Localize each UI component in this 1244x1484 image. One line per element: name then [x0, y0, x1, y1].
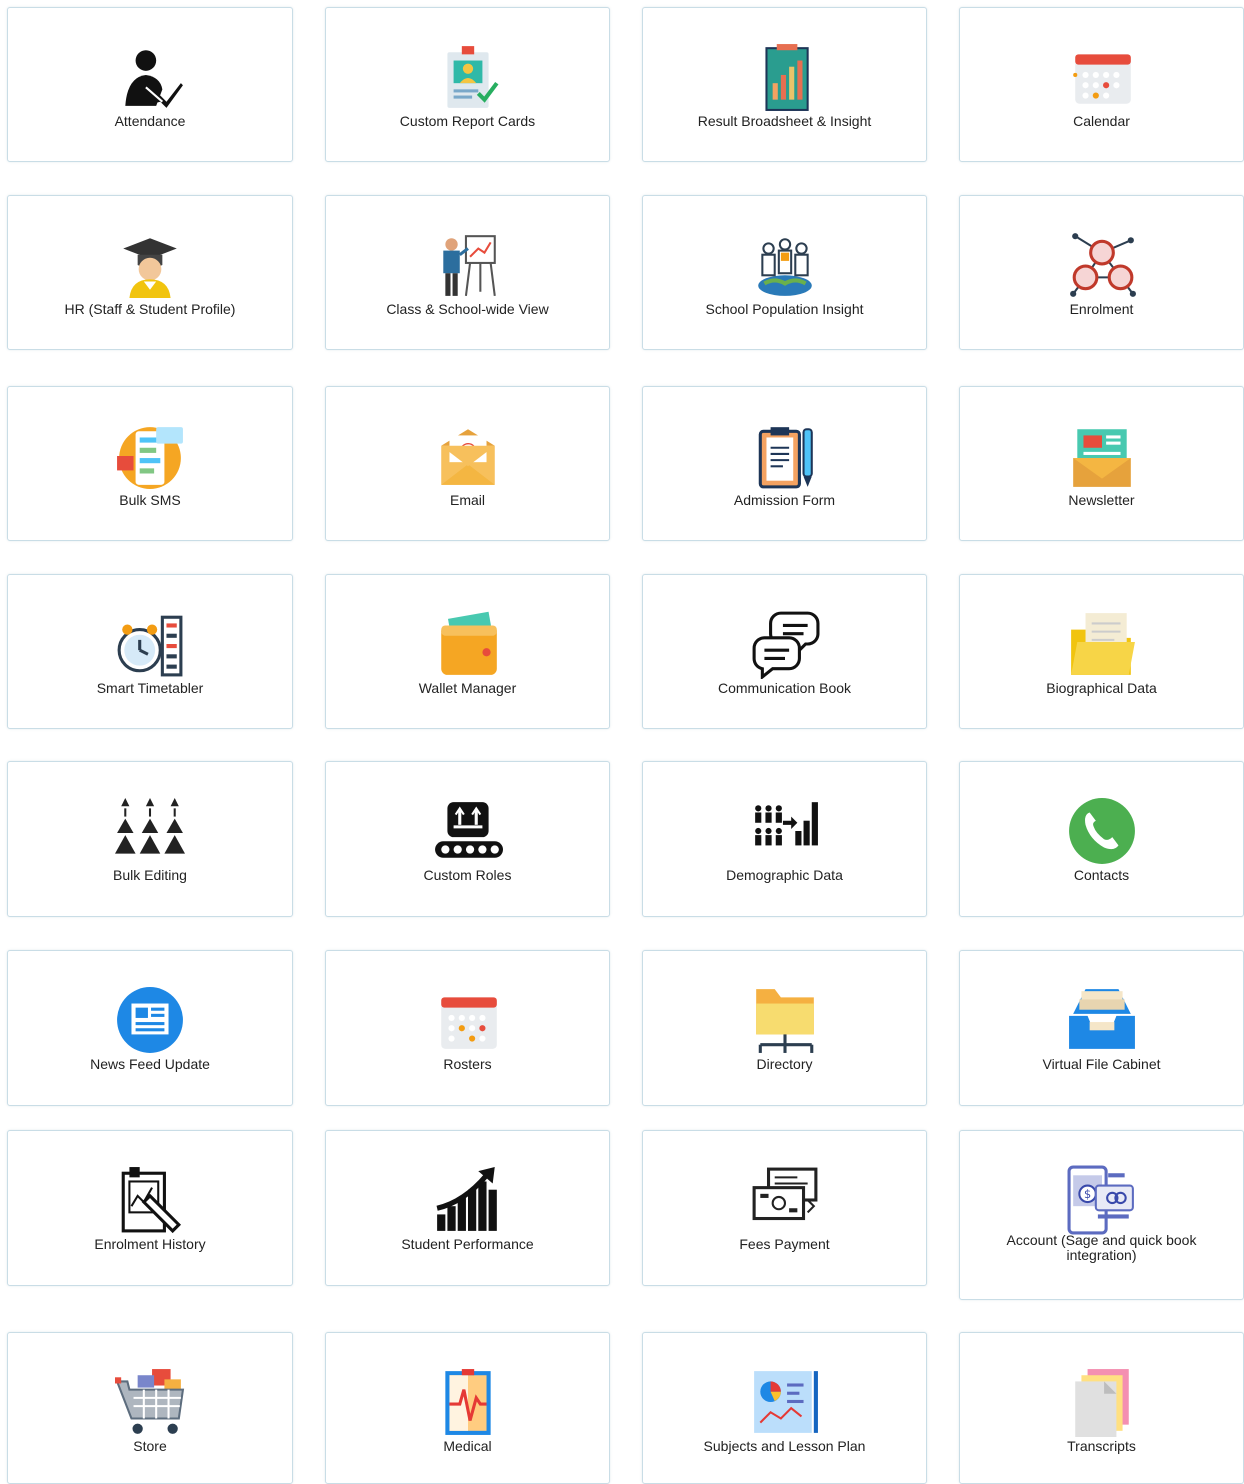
tile-custom-roles[interactable]: Custom Roles: [325, 761, 610, 917]
tile-contacts[interactable]: Contacts: [959, 761, 1244, 917]
chat-bubbles-icon: [115, 421, 185, 491]
tile-account-sage-and-quick-book-integration[interactable]: $ Account (Sage and quick book integratio…: [959, 1130, 1244, 1300]
news-icon: [115, 985, 185, 1055]
bar-chart-icon: [750, 42, 820, 112]
tile-label: Subjects and Lesson Plan: [703, 1438, 866, 1454]
folder-tree-icon: [750, 985, 820, 1055]
tile-label: Communication Book: [717, 680, 852, 696]
clock-schedule-icon: [115, 609, 185, 679]
conveyor-icon: [433, 796, 503, 866]
tile-calendar[interactable]: Calendar: [959, 7, 1244, 162]
tile-label: Enrolment: [1069, 301, 1134, 317]
tile-label: Account (Sage and quick book integration…: [1006, 1232, 1197, 1263]
tile-label: News Feed Update: [90, 1056, 210, 1072]
tile-label: Smart Timetabler: [96, 680, 204, 696]
folder-documents-icon: [1067, 609, 1137, 679]
tile-biographical-data[interactable]: Biographical Data: [959, 574, 1244, 729]
tile-newsletter[interactable]: Newsletter: [959, 386, 1244, 541]
tile-medical[interactable]: Medical: [325, 1332, 610, 1484]
report-card-icon: [433, 42, 503, 112]
tile-attendance[interactable]: Attendance: [7, 7, 293, 162]
tile-communication-book[interactable]: Communication Book: [642, 574, 927, 729]
network-people-icon: [1067, 230, 1137, 300]
pyramids-icon: [115, 796, 185, 866]
tile-label: Bulk SMS: [119, 492, 181, 508]
tile-bulk-sms[interactable]: Bulk SMS: [7, 386, 293, 541]
attendance-icon: [115, 42, 185, 112]
tile-label: Newsletter: [1068, 492, 1135, 508]
tile-label: Transcripts: [1067, 1438, 1136, 1454]
tile-news-feed-update[interactable]: News Feed Update: [7, 950, 293, 1106]
population-globe-icon: [750, 230, 820, 300]
wallet-icon: [433, 609, 503, 679]
tile-student-performance[interactable]: Student Performance: [325, 1130, 610, 1286]
paper-stack-icon: [1067, 1367, 1137, 1437]
tile-label: Contacts: [1073, 867, 1130, 883]
tile-custom-report-cards[interactable]: Custom Report Cards: [325, 7, 610, 162]
tile-label: Wallet Manager: [418, 680, 517, 696]
calendar-icon: [1067, 42, 1137, 112]
growth-chart-icon: [433, 1165, 503, 1235]
document-history-icon: [115, 1165, 185, 1235]
newsletter-envelope-icon: [1067, 421, 1137, 491]
people-chart-icon: [750, 796, 820, 866]
phone-icon: [1067, 796, 1137, 866]
medical-chart-icon: [433, 1367, 503, 1437]
tile-label: Directory: [756, 1056, 813, 1072]
tile-label: Student Performance: [401, 1236, 534, 1252]
tile-enrolment-history[interactable]: Enrolment History: [7, 1130, 293, 1286]
tile-label: Custom Roles: [423, 867, 512, 883]
tile-store[interactable]: Store: [7, 1332, 293, 1484]
tile-label: Rosters: [443, 1056, 492, 1072]
speech-bubbles-icon: [750, 609, 820, 679]
tile-subjects-and-lesson-plan[interactable]: Subjects and Lesson Plan: [642, 1332, 927, 1484]
tile-label: Admission Form: [733, 492, 836, 508]
tile-label: Calendar: [1073, 113, 1130, 129]
tile-class-school-wide-view[interactable]: Class & School-wide View: [325, 195, 610, 350]
account-cards-icon: $: [1067, 1165, 1137, 1235]
tile-result-broadsheet-insight[interactable]: Result Broadsheet & Insight: [642, 7, 927, 162]
tile-label: Virtual File Cabinet: [1042, 1056, 1161, 1072]
lesson-board-icon: [750, 1367, 820, 1437]
tile-fees-payment[interactable]: Fees Payment: [642, 1130, 927, 1286]
clipboard-pen-icon: [750, 421, 820, 491]
tile-label: Enrolment History: [94, 1236, 206, 1252]
tile-label: Demographic Data: [726, 867, 843, 883]
tile-bulk-editing[interactable]: Bulk Editing: [7, 761, 293, 917]
tile-label: Email: [449, 492, 485, 508]
tile-label: Biographical Data: [1046, 680, 1157, 696]
svg-text:$: $: [1083, 1187, 1090, 1201]
teacher-board-icon: [433, 230, 503, 300]
tile-label: Bulk Editing: [113, 867, 187, 883]
tile-transcripts[interactable]: Transcripts: [959, 1332, 1244, 1484]
tile-label: Result Broadsheet & Insight: [697, 113, 872, 129]
shopping-cart-icon: [115, 1367, 185, 1437]
tile-hr-staff-student-profile[interactable]: HR (Staff & Student Profile): [7, 195, 293, 350]
tile-admission-form[interactable]: Admission Form: [642, 386, 927, 541]
tile-label: Medical: [443, 1438, 492, 1454]
tile-directory[interactable]: Directory: [642, 950, 927, 1106]
email-envelope-icon: @: [433, 421, 503, 491]
file-tray-icon: [1067, 985, 1137, 1055]
tile-label: Custom Report Cards: [399, 113, 536, 129]
tile-demographic-data[interactable]: Demographic Data: [642, 761, 927, 917]
tile-rosters[interactable]: Rosters: [325, 950, 610, 1106]
tile-label: School Population Insight: [705, 301, 864, 317]
tile-smart-timetabler[interactable]: Smart Timetabler: [7, 574, 293, 729]
roster-calendar-icon: [433, 985, 503, 1055]
tile-label: HR (Staff & Student Profile): [64, 301, 236, 317]
tile-virtual-file-cabinet[interactable]: Virtual File Cabinet: [959, 950, 1244, 1106]
tile-email[interactable]: @Email: [325, 386, 610, 541]
tile-label: Store: [133, 1438, 167, 1454]
tile-wallet-manager[interactable]: Wallet Manager: [325, 574, 610, 729]
tile-label: Class & School-wide View: [386, 301, 549, 317]
tile-label: Attendance: [114, 113, 186, 129]
graduate-icon: [115, 230, 185, 300]
tile-label: Fees Payment: [739, 1236, 830, 1252]
tile-enrolment[interactable]: Enrolment: [959, 195, 1244, 350]
money-icon: [750, 1165, 820, 1235]
tile-school-population-insight[interactable]: School Population Insight: [642, 195, 927, 350]
